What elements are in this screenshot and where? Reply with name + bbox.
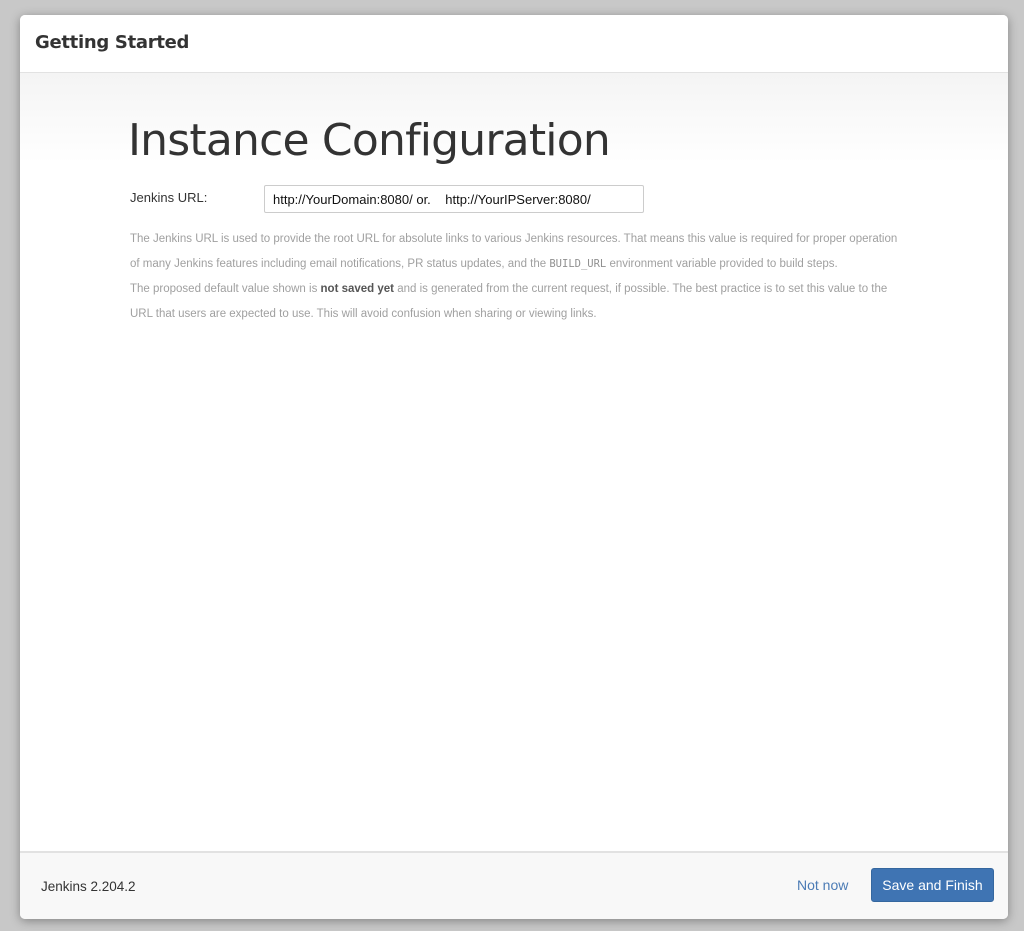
build-url-code: BUILD_URL: [549, 258, 607, 270]
not-saved-emphasis: not saved yet: [320, 283, 395, 295]
jenkins-url-input[interactable]: [264, 185, 644, 213]
dialog-title: Getting Started: [35, 32, 190, 53]
save-and-finish-button[interactable]: Save and Finish: [871, 868, 994, 902]
not-now-link[interactable]: Not now: [797, 877, 848, 893]
help-paragraph-2: The proposed default value shown is not …: [130, 283, 888, 320]
help-paragraph-1: The Jenkins URL is used to provide the r…: [130, 233, 898, 270]
setup-dialog: Getting Started Instance Configuration J…: [20, 15, 1008, 919]
dialog-footer: Jenkins 2.204.2 Not now Save and Finish: [20, 851, 1008, 919]
dialog-body: Instance Configuration Jenkins URL: The …: [20, 73, 1008, 851]
jenkins-url-label: Jenkins URL:: [130, 190, 208, 205]
jenkins-version: Jenkins 2.204.2: [41, 879, 136, 894]
dialog-header: Getting Started: [20, 15, 1008, 73]
jenkins-url-help: The Jenkins URL is used to provide the r…: [130, 227, 900, 327]
page-title: Instance Configuration: [128, 115, 611, 166]
